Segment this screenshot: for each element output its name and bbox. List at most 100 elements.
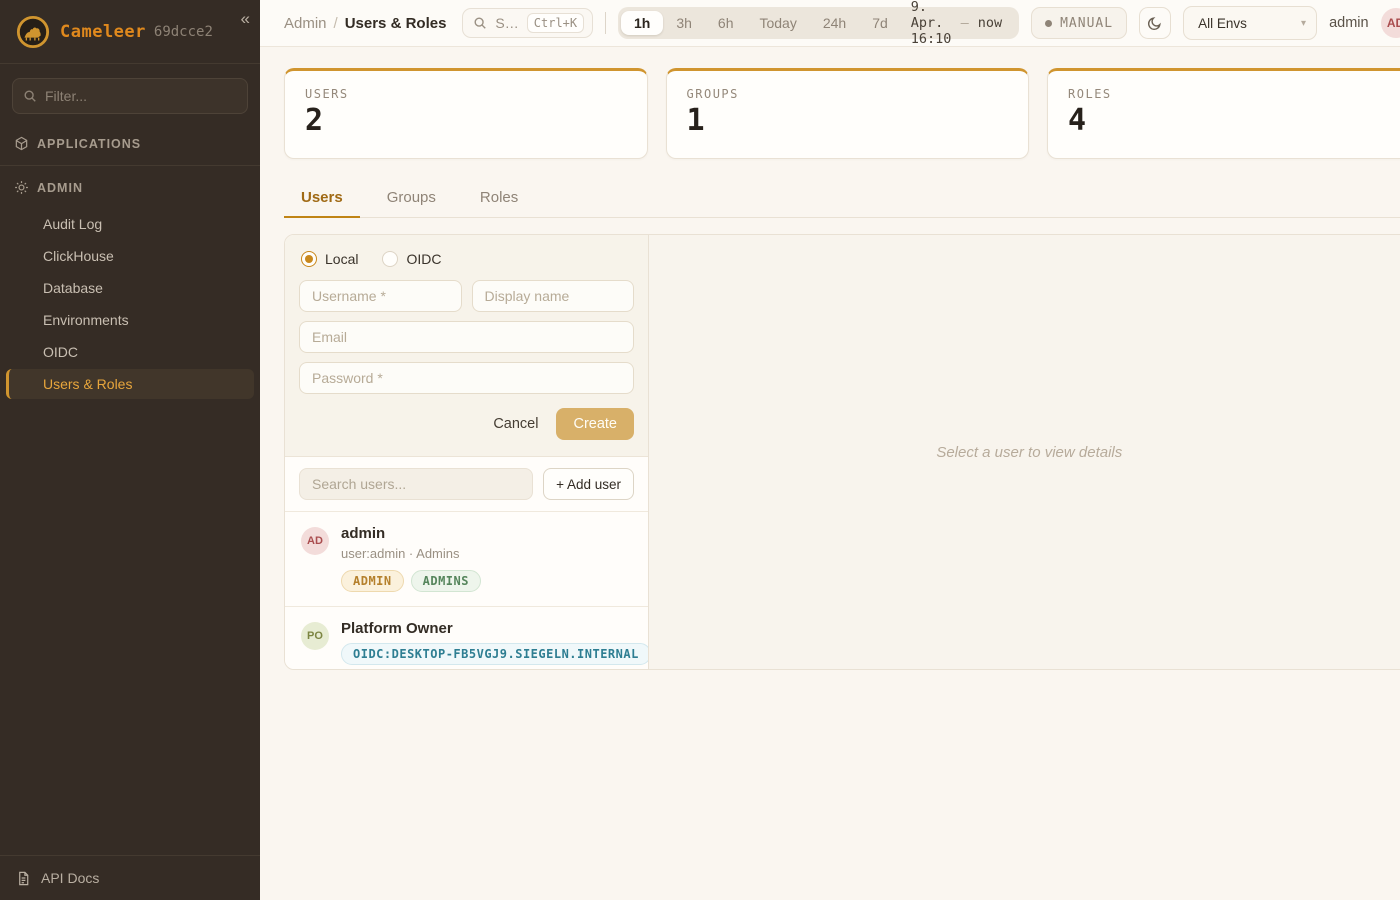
main-area: Admin / Users & Roles S… Ctrl+K 1h 3h 6h… <box>260 0 1400 900</box>
password-input[interactable] <box>299 362 634 394</box>
tab-users[interactable]: Users <box>284 181 360 218</box>
sidebar-section-label: ADMIN <box>37 181 83 195</box>
topbar-username: admin <box>1329 15 1369 31</box>
user-meta: user:admin · Admins <box>341 546 481 561</box>
time-range-selector: 1h 3h 6h Today 24h 7d 9. Apr. 16:10 — no… <box>618 7 1019 39</box>
avatar: PO <box>301 622 329 650</box>
cancel-button[interactable]: Cancel <box>493 416 538 432</box>
sidebar-section-applications[interactable]: APPLICATIONS <box>0 126 260 161</box>
search-icon <box>23 89 37 103</box>
user-list: AD admin user:admin · Admins ADMIN ADMIN… <box>285 512 648 669</box>
theme-toggle-button[interactable] <box>1139 7 1171 39</box>
create-button[interactable]: Create <box>556 408 634 440</box>
tab-groups[interactable]: Groups <box>370 181 453 218</box>
radio-label: Local <box>325 251 358 267</box>
build-id: 69dcce2 <box>154 24 213 40</box>
breadcrumb-separator: / <box>334 15 338 32</box>
sidebar-item-oidc[interactable]: OIDC <box>6 337 254 367</box>
search-shortcut: Ctrl+K <box>527 13 584 33</box>
time-from: 9. Apr. 16:10 <box>911 0 952 47</box>
time-range-today[interactable]: Today <box>746 11 809 35</box>
stat-label: GROUPS <box>687 87 1009 101</box>
global-search-button[interactable]: S… Ctrl+K <box>462 8 593 38</box>
user-search-input[interactable] <box>299 468 533 500</box>
breadcrumb-current: Users & Roles <box>345 15 447 32</box>
time-range-1h[interactable]: 1h <box>621 11 663 35</box>
time-separator: — <box>961 15 969 31</box>
sidebar-nav: Audit Log ClickHouse Database Environmen… <box>0 205 260 403</box>
sidebar-item-environments[interactable]: Environments <box>6 305 254 335</box>
user-details-panel: Select a user to view details <box>649 235 1400 669</box>
breadcrumb: Admin / Users & Roles <box>284 15 446 32</box>
radio-oidc[interactable]: OIDC <box>382 251 441 267</box>
stat-value: 1 <box>687 106 1009 136</box>
time-range-7d[interactable]: 7d <box>859 11 901 35</box>
sidebar-item-database[interactable]: Database <box>6 273 254 303</box>
radio-circle-icon <box>301 251 317 267</box>
brand-logo-camel-icon <box>16 15 50 49</box>
time-range-24h[interactable]: 24h <box>810 11 859 35</box>
stat-value: 2 <box>305 106 627 136</box>
stat-card-groups: GROUPS 1 <box>666 68 1030 159</box>
api-docs-label: API Docs <box>41 870 99 886</box>
email-input[interactable] <box>299 321 634 353</box>
oidc-issuer-badge: OIDC:DESKTOP-FB5VGJ9.SIEGELN.INTERNAL <box>341 643 648 665</box>
sidebar-collapse-button[interactable]: « <box>241 10 250 27</box>
search-label: S… <box>495 15 518 31</box>
topbar: Admin / Users & Roles S… Ctrl+K 1h 3h 6h… <box>260 0 1400 47</box>
sidebar-filter-input[interactable] <box>45 88 237 104</box>
empty-state-text: Select a user to view details <box>936 444 1122 461</box>
document-icon <box>16 871 31 886</box>
add-user-button[interactable]: + Add user <box>543 468 634 500</box>
moon-icon <box>1147 15 1163 31</box>
env-selector[interactable]: All Envs ▾ <box>1183 6 1317 40</box>
stats-row: USERS 2 GROUPS 1 ROLES 4 <box>284 68 1400 159</box>
user-search-row: + Add user <box>285 457 648 512</box>
topbar-right-group: MANUAL All Envs ▾ admin AD <box>1031 6 1400 40</box>
tabs: Users Groups Roles <box>284 181 1400 218</box>
chevron-down-icon: ▾ <box>1301 18 1306 29</box>
user-avatar[interactable]: AD <box>1381 8 1400 38</box>
breadcrumb-parent[interactable]: Admin <box>284 15 327 32</box>
radio-label: OIDC <box>406 251 441 267</box>
stat-card-users: USERS 2 <box>284 68 648 159</box>
create-user-form: Local OIDC <box>285 235 648 457</box>
time-to: now <box>978 15 1002 31</box>
users-panel: Local OIDC <box>284 234 1400 670</box>
avatar: AD <box>301 527 329 555</box>
sidebar-item-api-docs[interactable]: API Docs <box>0 855 260 900</box>
sidebar: « Cameleer 69dcce2 <box>0 0 260 900</box>
sidebar-section-label: APPLICATIONS <box>37 137 141 151</box>
stat-label: ROLES <box>1068 87 1390 101</box>
tab-roles[interactable]: Roles <box>463 181 535 218</box>
time-range-6h[interactable]: 6h <box>705 11 747 35</box>
gear-icon <box>14 180 29 195</box>
status-dot-icon <box>1045 20 1052 27</box>
radio-circle-icon <box>382 251 398 267</box>
user-row-admin[interactable]: AD admin user:admin · Admins ADMIN ADMIN… <box>285 512 648 607</box>
sidebar-item-clickhouse[interactable]: ClickHouse <box>6 241 254 271</box>
time-range-3h[interactable]: 3h <box>663 11 705 35</box>
sidebar-section-admin[interactable]: ADMIN <box>0 170 260 205</box>
role-badge: ADMIN <box>341 570 404 592</box>
refresh-mode-button[interactable]: MANUAL <box>1031 7 1127 39</box>
sidebar-item-users-roles[interactable]: Users & Roles <box>6 369 254 399</box>
user-row-platform-owner[interactable]: PO Platform Owner OIDC:DESKTOP-FB5VGJ9.S… <box>285 607 648 669</box>
radio-local[interactable]: Local <box>301 251 358 267</box>
sidebar-item-audit-log[interactable]: Audit Log <box>6 209 254 239</box>
auth-type-radios: Local OIDC <box>301 251 634 267</box>
display-name-input[interactable] <box>472 280 635 312</box>
sidebar-divider <box>0 165 260 166</box>
cube-icon <box>14 136 29 151</box>
stat-label: USERS <box>305 87 627 101</box>
username-input[interactable] <box>299 280 462 312</box>
search-icon <box>473 16 487 30</box>
user-name: Platform Owner <box>341 620 648 637</box>
stat-value: 4 <box>1068 106 1390 136</box>
app-window: « Cameleer 69dcce2 <box>0 0 1400 900</box>
time-range-custom[interactable]: 9. Apr. 16:10 — now <box>901 0 1016 47</box>
user-name: admin <box>341 525 481 542</box>
refresh-mode-label: MANUAL <box>1060 16 1113 31</box>
sidebar-header: Cameleer 69dcce2 <box>0 0 260 64</box>
topbar-divider <box>605 12 606 34</box>
